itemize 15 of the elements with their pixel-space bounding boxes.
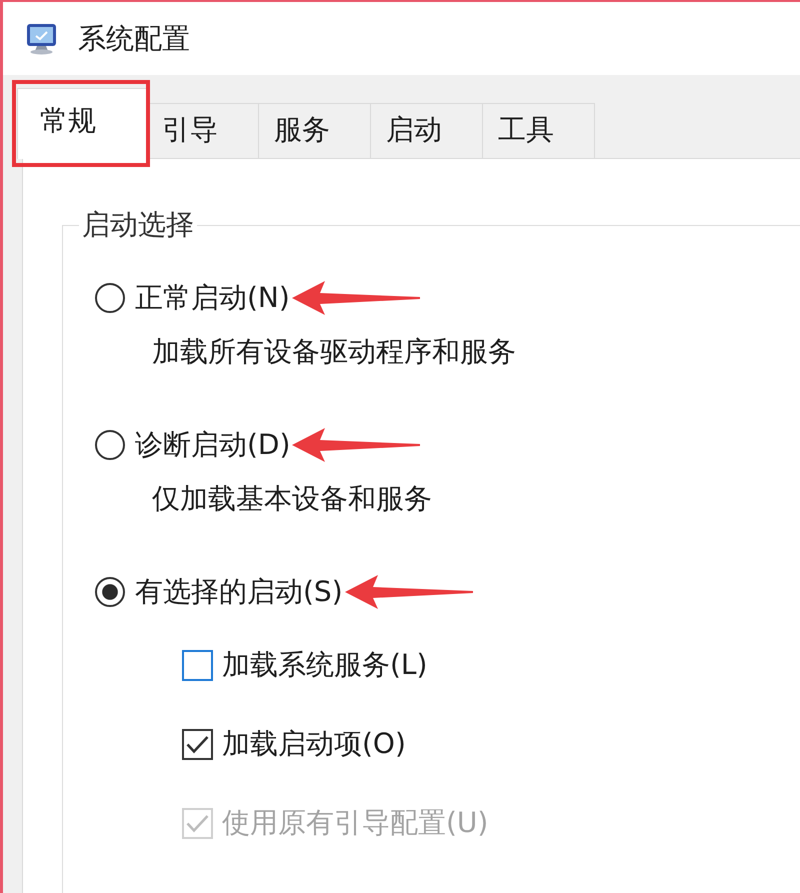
radio-label[interactable]: 诊断启动(D) (135, 427, 290, 463)
tab[interactable]: 常规 (17, 88, 147, 159)
monitor-icon (25, 22, 59, 54)
radio-button[interactable] (95, 430, 125, 460)
group-label: 启动选择 (81, 210, 195, 240)
tab[interactable]: 工具 (482, 103, 595, 158)
radio-label[interactable]: 正常启动(N) (135, 280, 290, 316)
checkbox[interactable]: 加载系统服务(L) (182, 647, 428, 683)
window-title: 系统配置 (78, 20, 190, 56)
radio-button[interactable] (95, 283, 125, 313)
checkbox[interactable]: 加载启动项(O) (182, 726, 406, 762)
option-description: 仅加载基本设备和服务 (152, 481, 432, 517)
radio-label[interactable]: 有选择的启动(S) (135, 574, 343, 610)
option-description: 加载所有设备驱动程序和服务 (152, 334, 516, 370)
radio-button[interactable] (95, 577, 125, 607)
